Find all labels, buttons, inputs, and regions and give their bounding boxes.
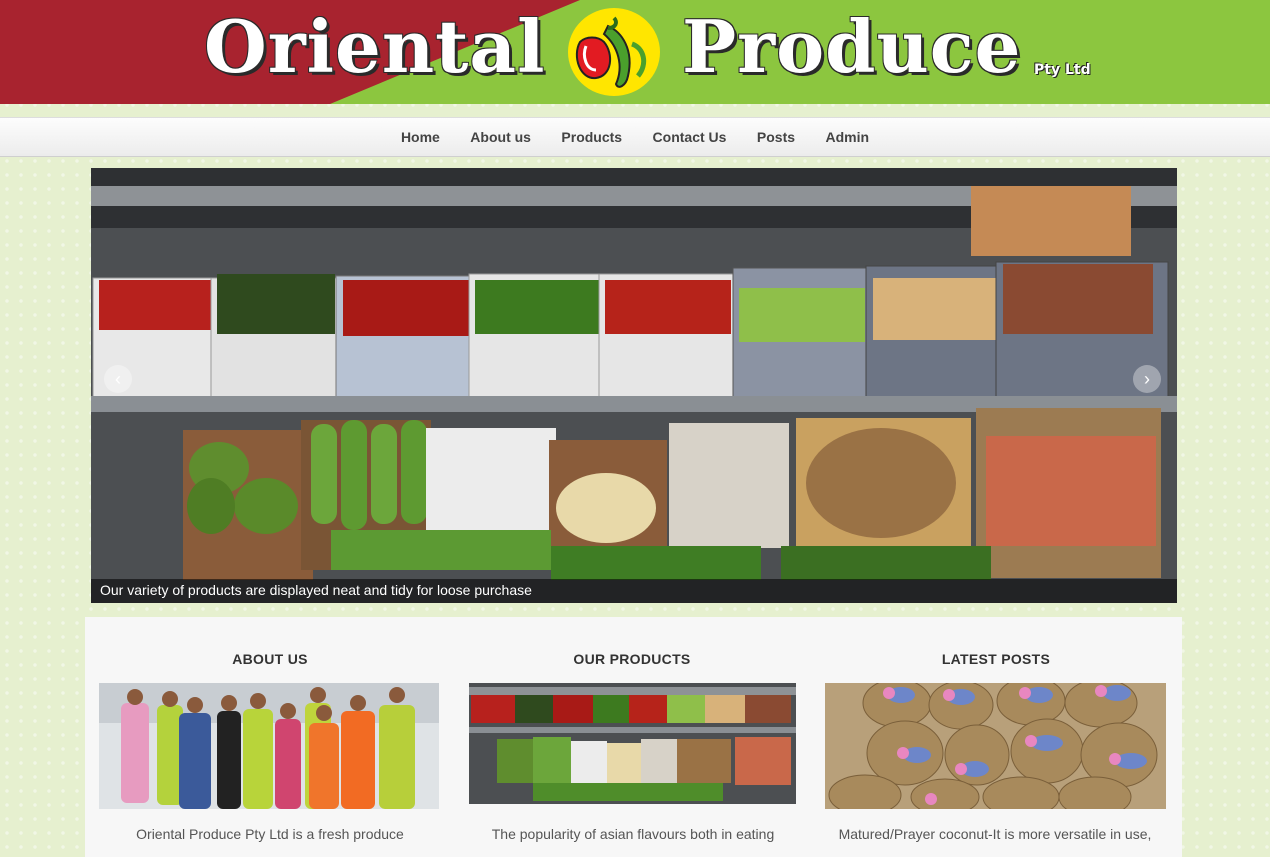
slider-prev-button[interactable]: ‹	[104, 365, 132, 393]
latest-posts-coconut-photo[interactable]	[825, 683, 1166, 809]
our-products-title: OUR PRODUCTS	[573, 651, 691, 667]
nav-item-admin[interactable]: Admin	[825, 118, 869, 156]
logo-word-produce[interactable]: Produce	[682, 4, 1021, 89]
logo-suffix: Pty Ltd	[1034, 62, 1091, 78]
our-products-photo[interactable]	[469, 683, 796, 804]
about-us-title: ABOUT US	[232, 651, 308, 667]
latest-posts-title: LATEST POSTS	[941, 651, 1051, 667]
chevron-left-icon: ‹	[115, 369, 121, 389]
main-navigation: Home About us Products Contact Us Posts …	[0, 117, 1270, 157]
nav-item-home[interactable]: Home	[401, 118, 440, 156]
nav-item-posts[interactable]: Posts	[757, 118, 795, 156]
nav-item-contact-us[interactable]: Contact Us	[653, 118, 727, 156]
slider-next-button[interactable]: ›	[1133, 365, 1161, 393]
nav-item-about-us[interactable]: About us	[470, 118, 531, 156]
site-header-banner: Oriental Produce Pty Ltd	[0, 0, 1270, 104]
about-us-team-photo[interactable]	[99, 683, 439, 809]
hero-slider[interactable]	[91, 168, 1177, 603]
about-us-text: Oriental Produce Pty Ltd is a fresh prod…	[136, 826, 404, 842]
slider-caption: Our variety of products are displayed ne…	[100, 582, 532, 598]
our-products-text: The popularity of asian flavours both in…	[491, 826, 775, 842]
logo-emblem-icon	[568, 8, 660, 96]
slider-image-produce-shelves	[91, 168, 1177, 603]
logo-word-oriental[interactable]: Oriental	[204, 4, 545, 89]
chevron-right-icon: ›	[1144, 369, 1150, 389]
latest-posts-text: Matured/Prayer coconut-It is more versat…	[838, 826, 1152, 842]
nav-list: Home About us Products Contact Us Posts …	[0, 118, 1270, 156]
nav-item-products[interactable]: Products	[561, 118, 622, 156]
